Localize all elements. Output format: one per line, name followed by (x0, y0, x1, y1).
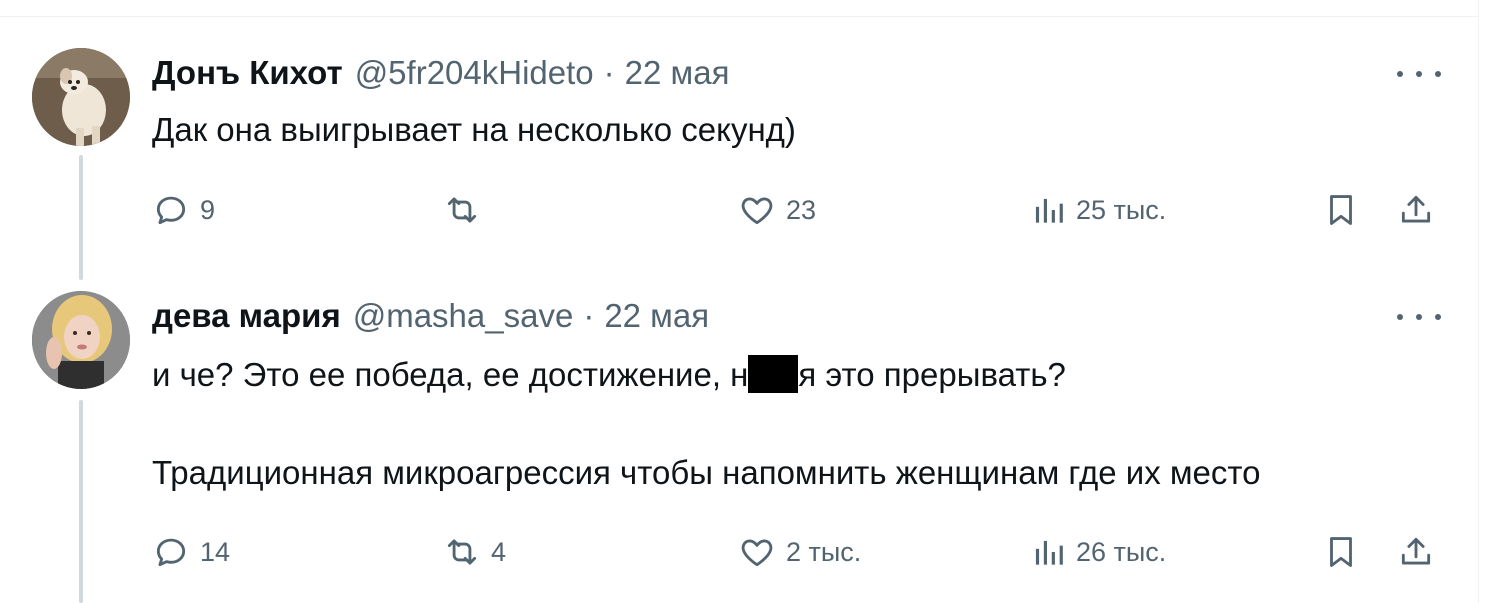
tweet-date[interactable]: 22 мая (625, 54, 730, 92)
bar-chart-icon (1035, 198, 1063, 223)
speech-bubble-icon (156, 196, 186, 225)
display-name[interactable]: дева мария (152, 297, 341, 335)
bookmark-button[interactable] (1322, 532, 1360, 572)
bar-chart-icon (1035, 540, 1063, 565)
reply-button[interactable]: 9 (152, 190, 215, 230)
share-button[interactable] (1397, 190, 1435, 230)
speech-bubble-icon (156, 538, 186, 567)
share-button[interactable] (1397, 532, 1435, 572)
tweet-text: Дак она выигрывает на несколько секунд) (152, 111, 796, 148)
share-upload-icon (1401, 195, 1431, 223)
tweet-text-line: Традиционная микроагрессия чтобы напомни… (152, 454, 1261, 491)
retweet-count: 4 (491, 536, 507, 567)
bookmark-icon (1330, 537, 1352, 567)
user-handle[interactable]: @masha_save (353, 297, 574, 335)
separator-dot: · (583, 297, 595, 334)
more-dots-icon[interactable] (1397, 62, 1441, 86)
more-dots-icon[interactable] (1397, 305, 1441, 329)
bookmark-icon (1330, 195, 1352, 225)
thread-connector-line (79, 400, 83, 603)
avatar[interactable] (32, 291, 130, 389)
bookmark-button[interactable] (1322, 190, 1360, 230)
reply-count: 14 (200, 536, 231, 567)
heart-icon (741, 539, 773, 567)
reply-button[interactable]: 14 (152, 532, 230, 572)
like-count: 2 тыс. (786, 536, 862, 567)
retweet-arrows-icon (447, 197, 477, 223)
like-count: 23 (786, 194, 817, 225)
tweet-header: Донъ Кихот @5fr204kHideto · 22 мая (152, 53, 729, 93)
share-upload-icon (1401, 537, 1431, 565)
censor-bar (748, 355, 799, 394)
retweet-arrows-icon (447, 539, 477, 565)
dog-avatar-icon (32, 48, 130, 146)
separator-dot: · (603, 54, 615, 91)
woman-avatar-icon (32, 291, 130, 389)
like-button[interactable]: 2 тыс. (738, 532, 861, 572)
thread-connector-line (79, 155, 83, 280)
views-count: 25 тыс. (1076, 194, 1167, 225)
heart-icon (741, 197, 773, 225)
retweet-button[interactable] (443, 190, 491, 230)
reply-count: 9 (200, 194, 216, 225)
display-name[interactable]: Донъ Кихот (152, 54, 343, 92)
tweet-date[interactable]: 22 мая (604, 297, 709, 335)
user-handle[interactable]: @5fr204kHideto (355, 54, 594, 92)
divider (0, 16, 1478, 17)
avatar[interactable] (32, 48, 130, 146)
retweet-button[interactable]: 4 (443, 532, 506, 572)
views-button[interactable]: 25 тыс. (1028, 190, 1166, 230)
views-button[interactable]: 26 тыс. (1028, 532, 1166, 572)
like-button[interactable]: 23 (738, 190, 816, 230)
views-count: 26 тыс. (1076, 536, 1167, 567)
column-border (1478, 0, 1479, 603)
tweet-header: дева мария @masha_save · 22 мая (152, 296, 709, 336)
tweet-text-fragment: и че? Это ее победа, ее достижение, н (152, 356, 749, 393)
tweet-text-line: и че? Это ее победа, ее достижение, н я э… (152, 355, 1066, 395)
tweet-text-fragment: я это прерывать? (798, 356, 1066, 393)
tweet-thread: Донъ Кихот @5fr204kHideto · 22 мая Дак о… (0, 0, 1500, 603)
